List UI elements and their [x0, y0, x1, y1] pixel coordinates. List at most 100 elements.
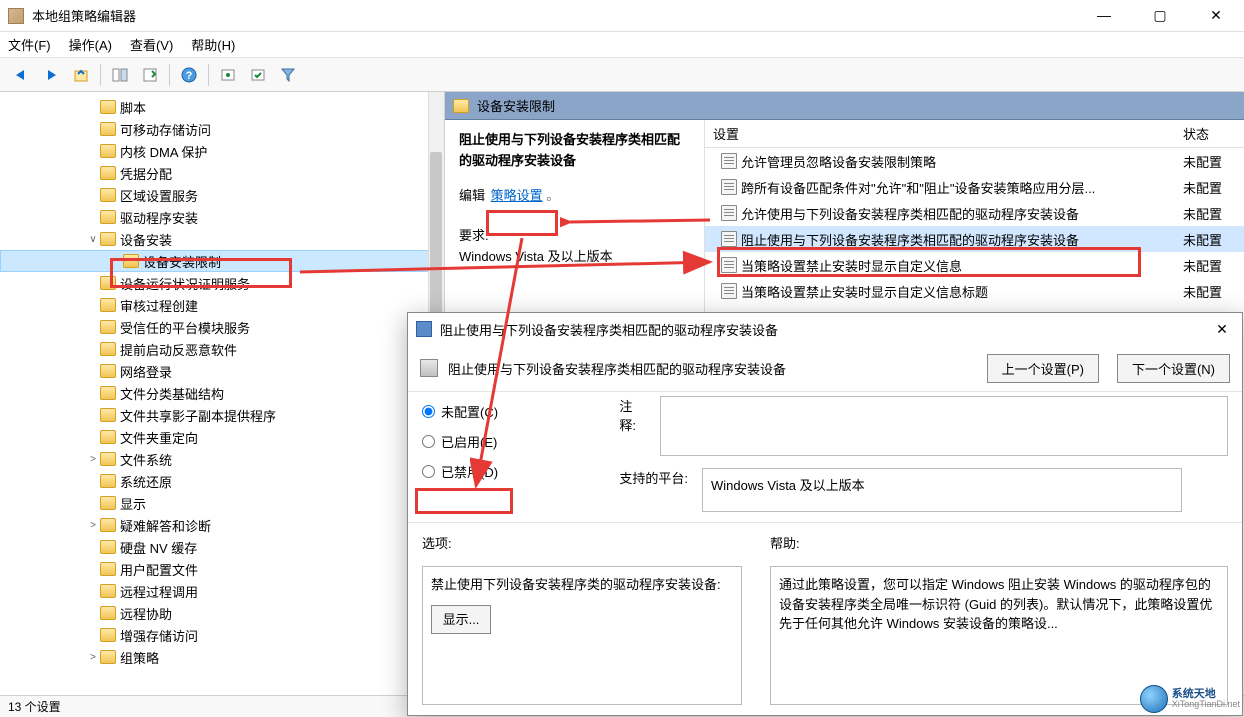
- tree-item[interactable]: 设备运行状况证明服务: [0, 272, 444, 294]
- previous-setting-button[interactable]: 上一个设置(P): [987, 354, 1099, 383]
- tree-item[interactable]: 内核 DMA 保护: [0, 140, 444, 162]
- help-text: 通过此策略设置，您可以指定 Windows 阻止安装 Windows 的驱动程序…: [779, 577, 1212, 631]
- settings-row[interactable]: 跨所有设备匹配条件对"允许"和"阻止"设备安装策略应用分层...未配置: [705, 174, 1244, 200]
- back-button[interactable]: [8, 62, 34, 88]
- tree-item[interactable]: > 文件系统: [0, 448, 444, 470]
- tree-item[interactable]: 驱动程序安装: [0, 206, 444, 228]
- app-icon: [8, 8, 24, 24]
- tree-item[interactable]: 显示: [0, 492, 444, 514]
- tree-item-label: 设备安装: [120, 230, 172, 249]
- tree-item-label: 硬盘 NV 缓存: [120, 538, 197, 557]
- tree-item[interactable]: 系统还原: [0, 470, 444, 492]
- policy-item-icon: [721, 179, 737, 195]
- tree-item[interactable]: 远程过程调用: [0, 580, 444, 602]
- folder-icon: [100, 496, 116, 510]
- svg-text:?: ?: [186, 70, 193, 82]
- tree-item-label: 系统还原: [120, 472, 172, 491]
- folder-icon: [100, 562, 116, 576]
- folder-icon: [100, 100, 116, 114]
- expander-icon[interactable]: >: [86, 454, 100, 465]
- window-title: 本地组策略编辑器: [32, 6, 1084, 25]
- tree-item[interactable]: 审核过程创建: [0, 294, 444, 316]
- column-setting[interactable]: 设置: [705, 124, 1175, 143]
- watermark: 系统天地 XiTongTianDi.net: [1140, 685, 1240, 713]
- menu-help[interactable]: 帮助(H): [191, 35, 235, 54]
- tree-item-label: 文件系统: [120, 450, 172, 469]
- settings-row[interactable]: 当策略设置禁止安装时显示自定义信息未配置: [705, 252, 1244, 278]
- settings-row-text: 允许管理员忽略设备安装限制策略: [741, 152, 936, 171]
- tree-item[interactable]: 远程协助: [0, 602, 444, 624]
- comment-label: 注释:: [619, 396, 648, 450]
- tree-item[interactable]: 用户配置文件: [0, 558, 444, 580]
- list-header: 设置 状态: [705, 120, 1244, 148]
- forward-button[interactable]: [38, 62, 64, 88]
- settings-row[interactable]: 当策略设置禁止安装时显示自定义信息标题未配置: [705, 278, 1244, 304]
- settings-row[interactable]: 允许管理员忽略设备安装限制策略 未配置: [705, 148, 1244, 174]
- tree-item[interactable]: 可移动存储访问: [0, 118, 444, 140]
- maximize-button[interactable]: ▢: [1140, 7, 1180, 24]
- settings-row[interactable]: 允许使用与下列设备安装程序类相匹配的驱动程序安装设备未配置: [705, 200, 1244, 226]
- settings-row-state: 未配置: [1175, 152, 1244, 171]
- tree-item[interactable]: 设备安装限制: [0, 250, 444, 272]
- dialog-close-button[interactable]: ✕: [1210, 321, 1234, 338]
- radio-enabled-label: 已启用(E): [441, 432, 497, 451]
- expander-icon[interactable]: >: [86, 652, 100, 663]
- expander-icon[interactable]: ∨: [86, 234, 100, 245]
- tree-item[interactable]: > 疑难解答和诊断: [0, 514, 444, 536]
- tree-item-label: 区域设置服务: [120, 186, 198, 205]
- show-hide-tree-button[interactable]: [107, 62, 133, 88]
- tree-item[interactable]: 文件共享影子副本提供程序: [0, 404, 444, 426]
- tree-item-label: 可移动存储访问: [120, 120, 211, 139]
- tree-item[interactable]: 受信任的平台模块服务: [0, 316, 444, 338]
- tree-item[interactable]: 脚本: [0, 96, 444, 118]
- expander-icon[interactable]: >: [86, 520, 100, 531]
- policy-icon: [420, 359, 438, 377]
- close-button[interactable]: ✕: [1196, 7, 1236, 24]
- up-button[interactable]: [68, 62, 94, 88]
- tree-item[interactable]: 区域设置服务: [0, 184, 444, 206]
- tree-item[interactable]: 提前启动反恶意软件: [0, 338, 444, 360]
- radio-not-configured[interactable]: [422, 405, 435, 418]
- tree-item[interactable]: 增强存储访问: [0, 624, 444, 646]
- tree-item-label: 远程过程调用: [120, 582, 198, 601]
- comment-textarea[interactable]: [660, 396, 1228, 456]
- platform-value-box: Windows Vista 及以上版本: [702, 468, 1182, 512]
- next-setting-button[interactable]: 下一个设置(N): [1117, 354, 1230, 383]
- column-state[interactable]: 状态: [1175, 124, 1244, 143]
- minimize-button[interactable]: —: [1084, 7, 1124, 24]
- tool-extra-1[interactable]: [215, 62, 241, 88]
- menu-action[interactable]: 操作(A): [69, 35, 112, 54]
- tree-item[interactable]: 文件夹重定向: [0, 426, 444, 448]
- menu-file[interactable]: 文件(F): [8, 35, 51, 54]
- tree-item[interactable]: 凭据分配: [0, 162, 444, 184]
- radio-disabled-label: 已禁用(D): [441, 462, 498, 481]
- platform-label: 支持的平台:: [619, 468, 688, 487]
- tree-pane[interactable]: 脚本可移动存储访问内核 DMA 保护凭据分配区域设置服务驱动程序安装∨设备安装设…: [0, 92, 445, 695]
- tree-item[interactable]: 文件分类基础结构: [0, 382, 444, 404]
- options-label: 选项:: [422, 533, 742, 552]
- show-button[interactable]: 显示...: [431, 605, 491, 635]
- edit-policy-link[interactable]: 策略设置: [491, 188, 543, 203]
- tree-item[interactable]: 硬盘 NV 缓存: [0, 536, 444, 558]
- globe-icon: [1140, 685, 1168, 713]
- filter-button[interactable]: [275, 62, 301, 88]
- tree-item[interactable]: ∨ 设备安装: [0, 228, 444, 250]
- tree-item-label: 脚本: [120, 98, 146, 117]
- menu-view[interactable]: 查看(V): [130, 35, 173, 54]
- tree-item-label: 疑难解答和诊断: [120, 516, 211, 535]
- tree-item[interactable]: > 组策略: [0, 646, 444, 668]
- tree-item-label: 设备运行状况证明服务: [120, 274, 250, 293]
- export-list-button[interactable]: [137, 62, 163, 88]
- help-button[interactable]: ?: [176, 62, 202, 88]
- tree-item-label: 组策略: [120, 648, 159, 667]
- folder-icon: [100, 276, 116, 290]
- radio-enabled[interactable]: [422, 435, 435, 448]
- settings-row[interactable]: 阻止使用与下列设备安装程序类相匹配的驱动程序安装设备未配置: [705, 226, 1244, 252]
- tool-extra-2[interactable]: [245, 62, 271, 88]
- radio-disabled[interactable]: [422, 465, 435, 478]
- tree-item[interactable]: 网络登录: [0, 360, 444, 382]
- tree-item-label: 增强存储访问: [120, 626, 198, 645]
- title-bar: 本地组策略编辑器 — ▢ ✕: [0, 0, 1244, 32]
- tree-item-label: 显示: [120, 494, 146, 513]
- settings-row-text: 允许使用与下列设备安装程序类相匹配的驱动程序安装设备: [741, 204, 1079, 223]
